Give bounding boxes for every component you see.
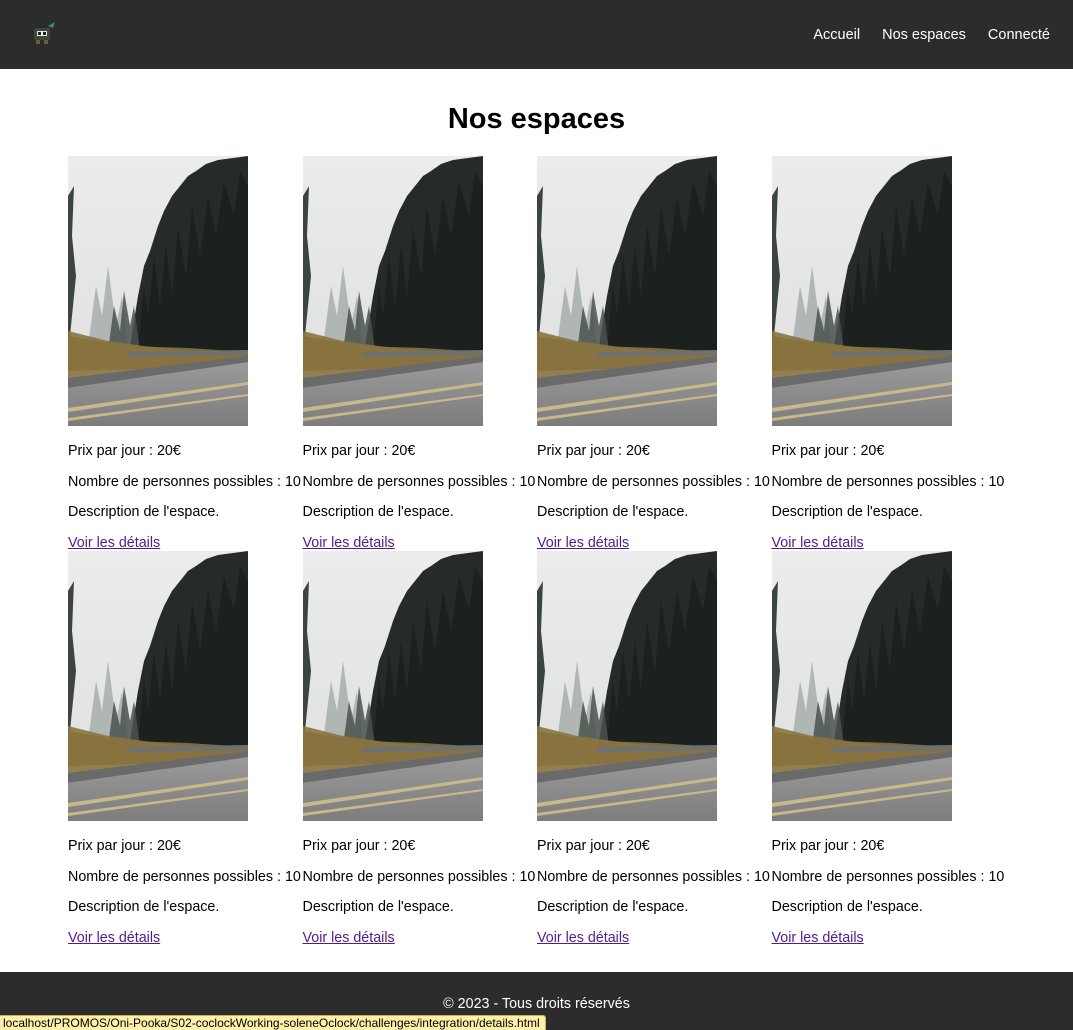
space-card: Prix par jour : 20€ Nombre de personnes … xyxy=(537,156,772,551)
space-card: Prix par jour : 20€ Nombre de personnes … xyxy=(68,156,303,551)
nav-link-accueil[interactable]: Accueil xyxy=(813,27,860,43)
space-price: Prix par jour : 20€ xyxy=(771,838,885,854)
space-image xyxy=(771,551,952,821)
space-card: Prix par jour : 20€ Nombre de personnes … xyxy=(68,551,303,946)
page-title: Nos espaces xyxy=(447,103,626,135)
nav-link-connecte[interactable]: Connecté xyxy=(988,27,1050,43)
nav-link-nos-espaces[interactable]: Nos espaces xyxy=(882,27,966,43)
space-details-link[interactable]: Voir les détails xyxy=(772,535,864,551)
spaces-row: Prix par jour : 20€ Nombre de personnes … xyxy=(68,156,1068,551)
space-description: Description de l'espace. xyxy=(771,899,923,915)
space-image xyxy=(302,551,483,821)
space-details-link[interactable]: Voir les détails xyxy=(303,930,395,946)
spaces-row: Prix par jour : 20€ Nombre de personnes … xyxy=(68,551,1068,946)
space-capacity: Nombre de personnes possibles : 10 xyxy=(537,869,770,885)
space-details-link[interactable]: Voir les détails xyxy=(537,535,629,551)
space-description: Description de l'espace. xyxy=(68,504,220,520)
space-card: Prix par jour : 20€ Nombre de personnes … xyxy=(771,156,1007,551)
space-details-link[interactable]: Voir les détails xyxy=(68,930,160,946)
site-header: Accueil Nos espaces Connecté xyxy=(0,0,1073,69)
space-capacity: Nombre de personnes possibles : 10 xyxy=(68,474,301,490)
space-card: Prix par jour : 20€ Nombre de personnes … xyxy=(302,551,538,946)
space-capacity: Nombre de personnes possibles : 10 xyxy=(771,474,1005,490)
space-description: Description de l'espace. xyxy=(302,504,454,520)
space-price: Prix par jour : 20€ xyxy=(68,443,181,459)
status-bar-url: localhost/PROMOS/Oni-Pooka/S02-coclockWo… xyxy=(0,1015,546,1030)
space-price: Prix par jour : 20€ xyxy=(68,838,181,854)
space-card: Prix par jour : 20€ Nombre de personnes … xyxy=(537,551,772,946)
space-image xyxy=(68,551,248,821)
space-capacity: Nombre de personnes possibles : 10 xyxy=(771,869,1005,885)
copyright-text: © 2023 - Tous droits réservés xyxy=(443,996,630,1012)
space-description: Description de l'espace. xyxy=(68,899,220,915)
space-capacity: Nombre de personnes possibles : 10 xyxy=(302,869,536,885)
space-price: Prix par jour : 20€ xyxy=(302,443,416,459)
space-image xyxy=(537,156,717,426)
space-details-link[interactable]: Voir les détails xyxy=(303,535,395,551)
space-card: Prix par jour : 20€ Nombre de personnes … xyxy=(771,551,1007,946)
space-price: Prix par jour : 20€ xyxy=(771,443,885,459)
space-description: Description de l'espace. xyxy=(537,899,689,915)
space-price: Prix par jour : 20€ xyxy=(537,838,650,854)
space-image xyxy=(302,156,483,426)
space-description: Description de l'espace. xyxy=(771,504,923,520)
main-nav: Accueil Nos espaces Connecté xyxy=(813,27,1050,43)
spaces-grid: Prix par jour : 20€ Nombre de personnes … xyxy=(68,156,1068,946)
space-image xyxy=(771,156,952,426)
space-price: Prix par jour : 20€ xyxy=(537,443,650,459)
space-capacity: Nombre de personnes possibles : 10 xyxy=(68,869,301,885)
space-image xyxy=(68,156,248,426)
robot-logo-icon[interactable] xyxy=(28,20,58,50)
space-image xyxy=(537,551,717,821)
space-price: Prix par jour : 20€ xyxy=(302,838,416,854)
space-description: Description de l'espace. xyxy=(302,899,454,915)
space-description: Description de l'espace. xyxy=(537,504,689,520)
space-details-link[interactable]: Voir les détails xyxy=(772,930,864,946)
space-card: Prix par jour : 20€ Nombre de personnes … xyxy=(302,156,538,551)
space-details-link[interactable]: Voir les détails xyxy=(68,535,160,551)
space-details-link[interactable]: Voir les détails xyxy=(537,930,629,946)
space-capacity: Nombre de personnes possibles : 10 xyxy=(302,474,536,490)
space-capacity: Nombre de personnes possibles : 10 xyxy=(537,474,770,490)
